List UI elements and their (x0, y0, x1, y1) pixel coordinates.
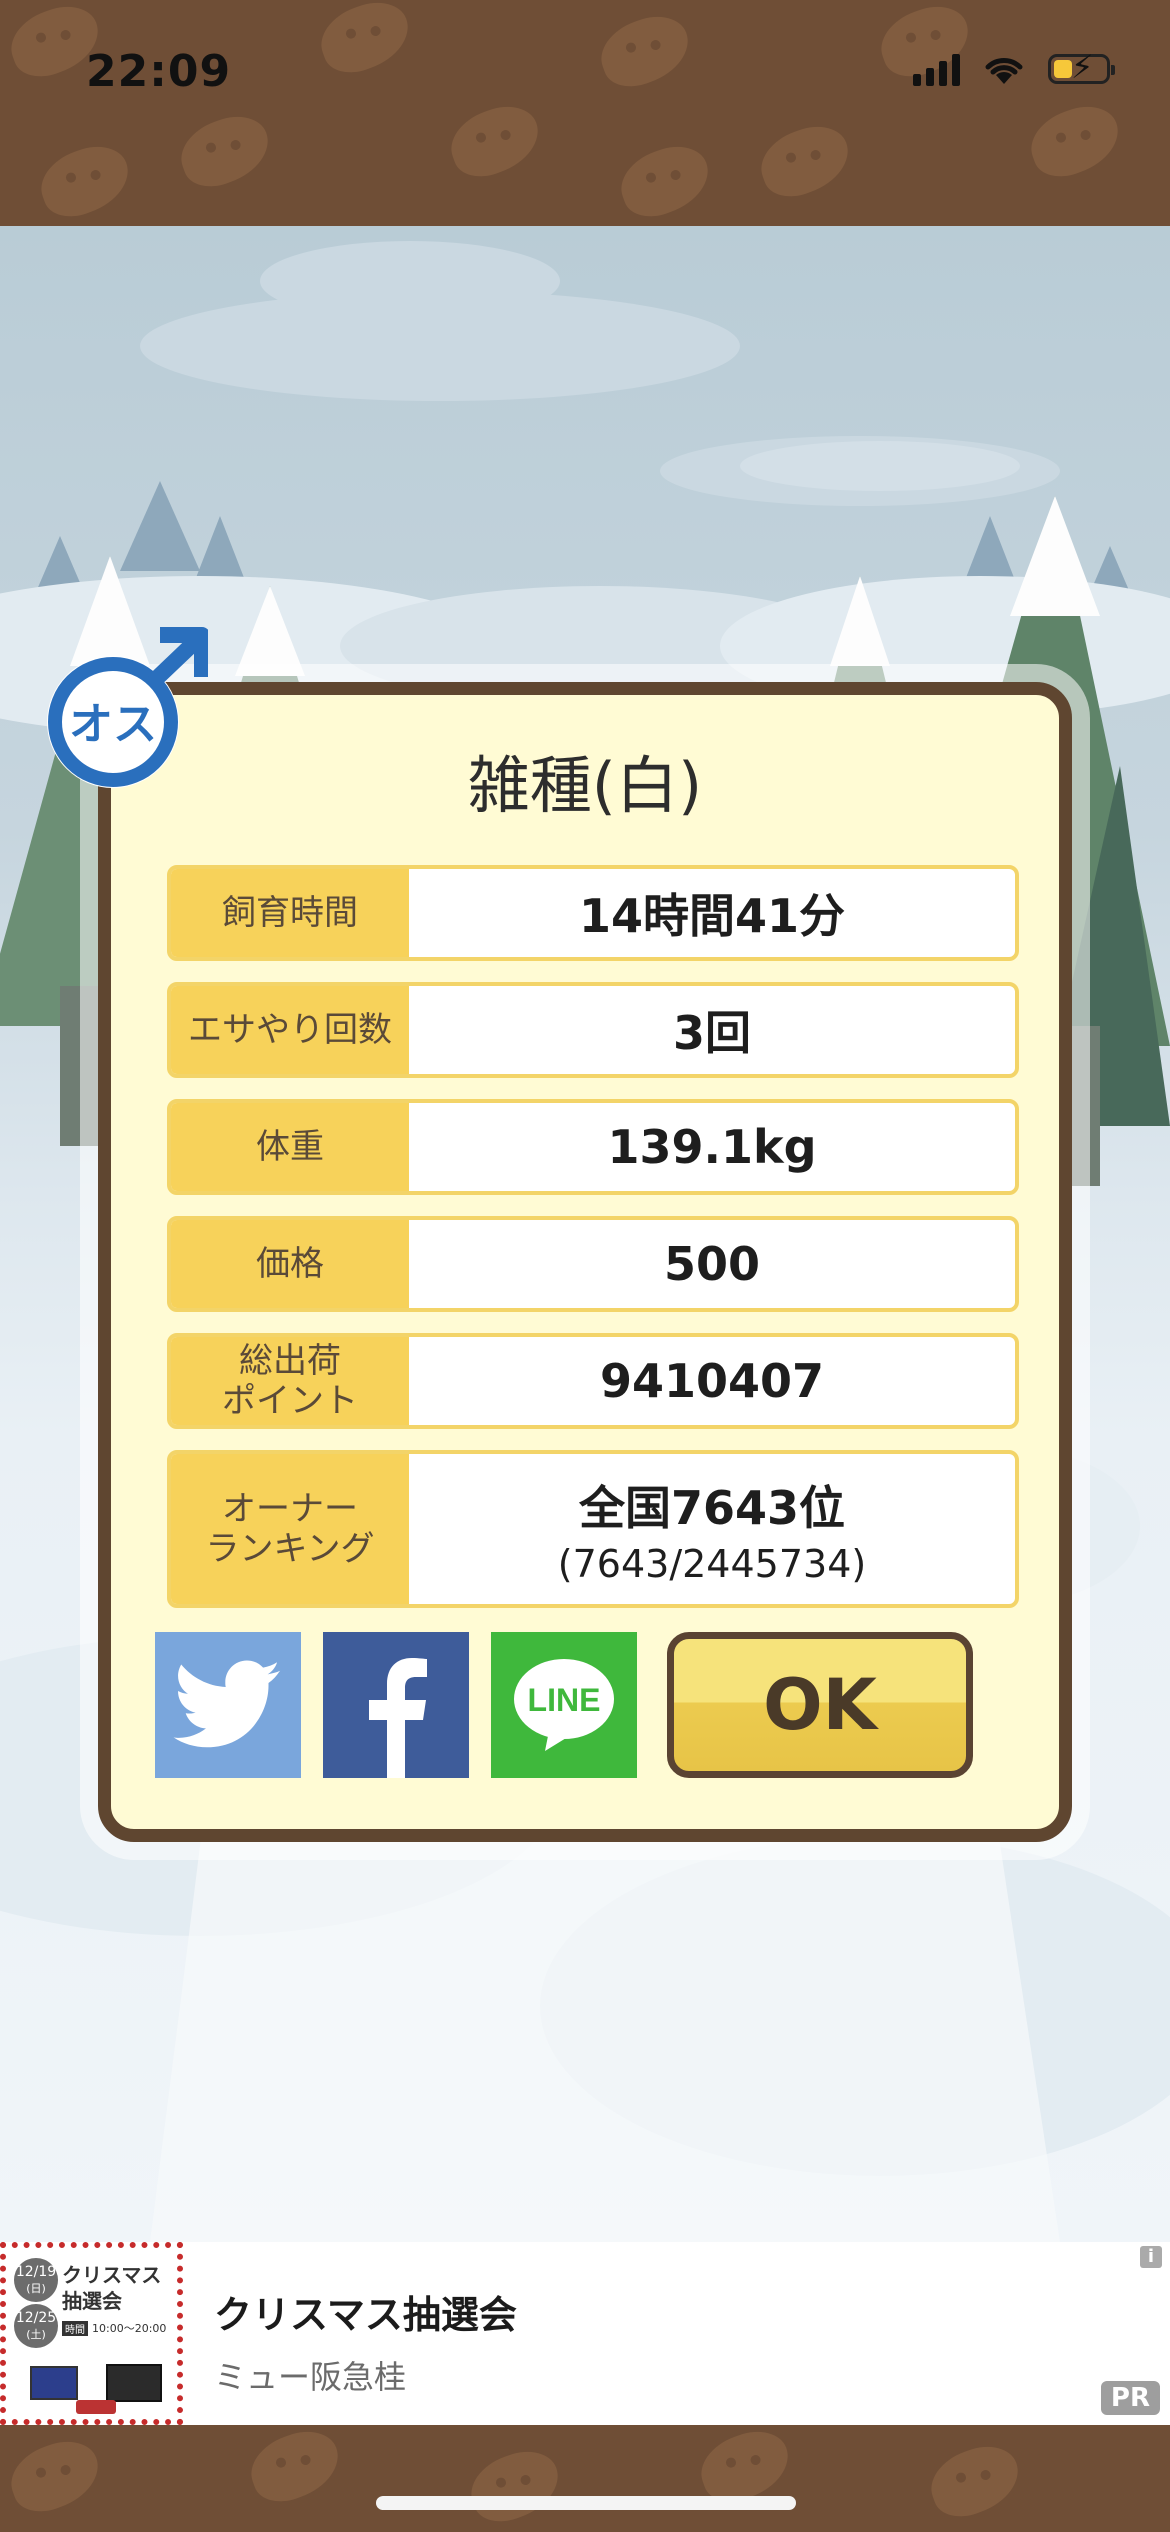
ad-date-badge-1: 12/19 (日) (14, 2258, 58, 2302)
dialog-title: 雑種(白) (467, 749, 703, 822)
row-value: 139.1kg (607, 1120, 817, 1174)
battery-icon: ⚡ (1048, 48, 1115, 86)
row-value: 3回 (672, 1006, 751, 1060)
line-label: LINE (528, 1682, 601, 1718)
ad-thumb-hours: 時間 10:00〜20:00 (62, 2320, 166, 2336)
row-value: 9410407 (599, 1354, 825, 1408)
ad-thumb-hours-text: 10:00〜20:00 (92, 2322, 167, 2335)
row-value: 全国7643位 (7643/2445734) (557, 1481, 867, 1586)
status-icons: ⚡ (913, 48, 1115, 86)
status-time: 22:09 (86, 46, 232, 97)
twitter-bird-icon (173, 1660, 281, 1748)
charging-bolt-icon: ⚡ (1071, 48, 1094, 86)
row-total-shipping-points: 総出荷 ポイント 9410407 (167, 1333, 1019, 1429)
row-price: 価格 500 (167, 1216, 1019, 1312)
row-value: 14時間41分 (578, 889, 846, 943)
signal-icon (913, 52, 960, 86)
ad-product-image (30, 2366, 78, 2400)
line-icon: LINE (514, 1659, 614, 1751)
row-value: 500 (663, 1237, 761, 1291)
status-bar-background (0, 0, 1170, 226)
row-label: エサやり回数 (171, 986, 409, 1074)
male-gender-badge: オス (47, 627, 208, 788)
ad-info-icon[interactable]: i (1140, 2246, 1162, 2268)
ad-product-image (106, 2364, 162, 2402)
line-share-button[interactable]: LINE (491, 1632, 637, 1778)
facebook-share-button[interactable] (323, 1632, 469, 1778)
row-label: 体重 (171, 1103, 409, 1191)
ad-thumbnail[interactable]: 12/19 (日) 12/25 (土) クリスマス抽選会 時間 10:00〜20:0… (0, 2242, 183, 2425)
ok-button[interactable]: OK (667, 1632, 973, 1778)
ad-title[interactable]: クリスマス抽選会 (214, 2284, 517, 2339)
ad-logo (76, 2400, 116, 2414)
home-indicator[interactable] (376, 2496, 796, 2510)
pig-info-dialog: 雑種(白) 飼育時間 14時間41分 エサやり回数 3回 体重 139.1kg … (98, 682, 1072, 1842)
ad-thumb-hours-badge: 時間 (62, 2320, 88, 2336)
ad-thumb-text: クリスマス抽選会 (62, 2263, 162, 2313)
ranking-detail: (7643/2445734) (557, 1542, 867, 1586)
wifi-icon (985, 58, 1023, 84)
pr-badge: PR (1100, 2381, 1160, 2415)
ad-subtitle[interactable]: ミュー阪急桂 (214, 2352, 406, 2398)
row-breeding-time: 飼育時間 14時間41分 (167, 865, 1019, 961)
row-label: 総出荷 ポイント (171, 1337, 409, 1425)
row-label: 価格 (171, 1220, 409, 1308)
row-weight: 体重 139.1kg (167, 1099, 1019, 1195)
twitter-share-button[interactable] (155, 1632, 301, 1778)
facebook-f-icon (369, 1658, 427, 1778)
ad-date-badge-2: 12/25 (土) (14, 2304, 58, 2348)
row-feeding-count: エサやり回数 3回 (167, 982, 1019, 1078)
gender-label: オス (69, 699, 157, 750)
row-label: オーナー ランキング (171, 1454, 409, 1604)
ad-banner[interactable]: 12/19 (日) 12/25 (土) クリスマス抽選会 時間 10:00〜20:0… (0, 2242, 1170, 2425)
row-label: 飼育時間 (171, 869, 409, 957)
bottom-background (0, 2425, 1170, 2532)
row-owner-ranking: オーナー ランキング 全国7643位 (7643/2445734) (167, 1450, 1019, 1608)
